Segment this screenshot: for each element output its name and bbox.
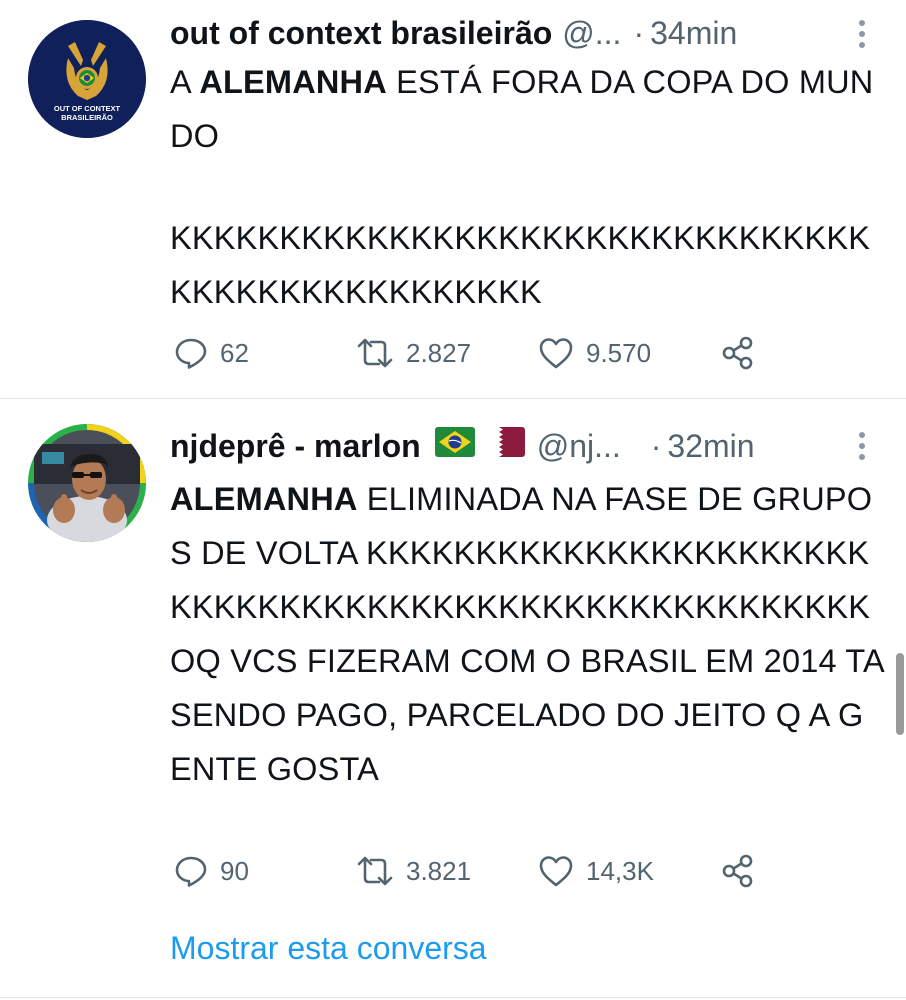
svg-text:BRASILEIRÃO: BRASILEIRÃO [61, 113, 113, 122]
handle[interactable]: @... [562, 15, 621, 52]
tweet-actions: 90 3.821 14,3K [170, 851, 770, 891]
like-count: 9.570 [586, 337, 652, 368]
tweet-header: out of context brasileirão @... · 34min [170, 11, 878, 55]
reply-icon [175, 856, 207, 887]
qatar-flag-icon [484, 427, 525, 465]
retweet-button[interactable]: 2.827 [356, 333, 471, 373]
separator: · [650, 427, 662, 464]
avatar-out-of-context[interactable]: OUT OF CONTEXT BRASILEIRÃO [28, 20, 146, 138]
svg-text:OUT OF CONTEXT: OUT OF CONTEXT [54, 104, 121, 113]
trophy-logo-icon: OUT OF CONTEXT BRASILEIRÃO [28, 20, 146, 138]
like-icon [539, 338, 573, 369]
handle[interactable]: @nj... [537, 428, 621, 465]
like-icon [539, 856, 573, 887]
tweet-text-bold: ALEMANHA [170, 481, 358, 517]
tweet-divider [0, 997, 906, 998]
like-button[interactable]: 14,3K [538, 851, 654, 891]
display-name[interactable]: out of context brasileirão [170, 15, 552, 52]
tweet-out-of-context[interactable]: OUT OF CONTEXT BRASILEIRÃO out of contex… [0, 0, 906, 398]
display-name[interactable]: njdeprê - marlon [170, 428, 421, 465]
like-button[interactable]: 9.570 [538, 333, 651, 373]
tweet-text: ALEMANHA ELIMINADA NA FASE DE GRUPOS DE … [170, 472, 885, 796]
retweet-icon [357, 856, 393, 886]
reply-button[interactable]: 62 [174, 333, 249, 373]
timestamp[interactable]: 34min [650, 15, 737, 52]
show-thread-link[interactable]: Mostrar esta conversa [170, 930, 487, 967]
reply-icon [175, 338, 207, 369]
tweet-njdepre[interactable]: njdeprê - marlon @nj... · 32min ALEMANHA… [0, 399, 906, 999]
user-photo-icon [28, 424, 146, 542]
share-icon [722, 336, 753, 370]
retweet-count: 3.821 [406, 855, 472, 886]
tweet-text: A ALEMANHA ESTÁ FORA DA COPA DO MUNDO [170, 55, 885, 163]
brazil-flag-icon [434, 427, 475, 465]
share-button[interactable] [720, 851, 756, 891]
tweet-header: njdeprê - marlon @nj... · 32min [170, 424, 878, 468]
retweet-icon [357, 338, 393, 368]
share-icon [722, 854, 753, 888]
reply-count: 90 [220, 855, 249, 886]
tweet-actions: 62 2.827 9.570 [170, 333, 770, 373]
timestamp[interactable]: 32min [667, 428, 754, 465]
tweet-text-rest: ELIMINADA NA FASE DE GRUPOS DE VOLTA KKK… [170, 481, 884, 787]
share-button[interactable] [720, 333, 756, 373]
tweet-text-prefix: A [170, 64, 200, 100]
reply-button[interactable]: 90 [174, 851, 249, 891]
like-count: 14,3K [586, 855, 654, 886]
avatar-njdepre[interactable] [28, 424, 146, 542]
retweet-count: 2.827 [406, 337, 472, 368]
separator: · [633, 14, 645, 51]
more-options-icon[interactable] [858, 20, 866, 48]
tweet-text-bold: ALEMANHA [199, 64, 387, 100]
more-options-icon[interactable] [858, 432, 866, 460]
scrollbar-thumb[interactable] [896, 653, 904, 735]
tweet-text-laugh: KKKKKKKKKKKKKKKKKKKKKKKKKKKKKKKKKKKKKKKK… [170, 220, 871, 310]
reply-count: 62 [220, 337, 249, 368]
retweet-button[interactable]: 3.821 [356, 851, 471, 891]
